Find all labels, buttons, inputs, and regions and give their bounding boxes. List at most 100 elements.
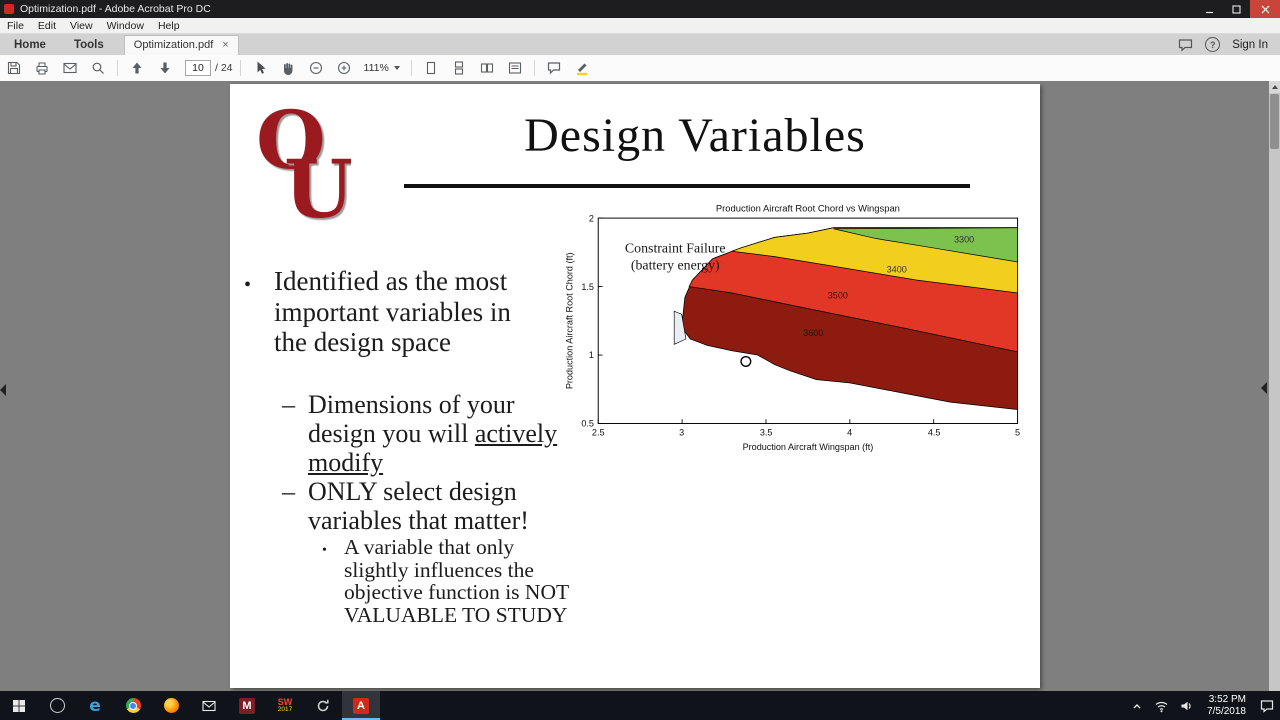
solidworks-year: 2017 (277, 705, 293, 713)
x-tick: 5 (1015, 427, 1020, 437)
sub-bullet-1: – Dimensions of your design you will act… (282, 390, 563, 477)
action-center-button[interactable] (1254, 698, 1280, 713)
zoom-in-icon (337, 61, 350, 75)
find-button[interactable] (84, 55, 112, 81)
network-tray-button[interactable] (1149, 699, 1174, 713)
scrollbar-thumb[interactable] (1270, 94, 1279, 149)
volume-tray-button[interactable] (1174, 699, 1199, 713)
solidworks-taskbar-button[interactable]: SW 2017 (266, 691, 304, 720)
zoom-out-button[interactable] (302, 55, 330, 81)
menu-help[interactable]: Help (151, 20, 187, 32)
save-icon (7, 61, 21, 75)
print-button[interactable] (28, 55, 56, 81)
sub-sub-bullet-1-text: A variable that only slightly influences… (344, 535, 569, 627)
close-button[interactable] (1250, 0, 1280, 18)
email-button[interactable] (56, 55, 84, 81)
comment-button[interactable] (540, 55, 568, 81)
hand-icon (283, 63, 292, 75)
scrolling-view-button[interactable] (445, 55, 473, 81)
collapse-left-panel-arrow[interactable] (0, 384, 6, 396)
sign-in-button[interactable]: Sign In (1232, 39, 1268, 51)
save-button[interactable] (0, 55, 28, 81)
sub-bullet-1-text: Dimensions of your design you will activ… (308, 390, 563, 477)
vertical-scrollbar[interactable] (1269, 81, 1280, 691)
help-icon[interactable]: ? (1205, 37, 1221, 52)
y-tick: 2 (589, 213, 594, 223)
expand-tools-panel-arrow[interactable] (1261, 382, 1267, 394)
slide-title: Design Variables (524, 109, 866, 162)
zoom-in-button[interactable] (330, 55, 358, 81)
tab-document-label: Optimization.pdf (133, 39, 214, 51)
zoom-level-value: 111% (363, 62, 389, 74)
zoom-level-dropdown[interactable]: 111% (358, 62, 406, 74)
pdf-page: O U Design Variables Production Aircraft… (230, 84, 1040, 688)
cortana-circle-icon (49, 698, 65, 713)
tab-document[interactable]: Optimization.pdf × (123, 35, 239, 55)
tab-home[interactable]: Home (0, 36, 60, 55)
tab-tools[interactable]: Tools (60, 36, 118, 55)
solidworks-label: SW (277, 696, 293, 707)
dash-icon: – (282, 477, 295, 506)
clock-time: 3:52 PM (1208, 694, 1246, 705)
previous-page-button[interactable] (123, 55, 151, 81)
close-tab-icon[interactable]: × (222, 40, 228, 51)
bullet-1-text: Identified as the most important variabl… (274, 266, 511, 357)
start-button[interactable] (0, 691, 38, 720)
scroll-up-icon (1271, 85, 1278, 89)
envelope-icon (63, 62, 77, 74)
menu-edit[interactable]: Edit (31, 20, 63, 32)
sub-bullet-2-text: ONLY select design variables that matter… (308, 477, 529, 535)
menu-view[interactable]: View (63, 20, 100, 32)
acrobat-app-icon (4, 4, 14, 14)
taskbar-clock[interactable]: 3:52 PM 7/5/2018 (1199, 694, 1254, 717)
cursor-icon (257, 61, 266, 74)
chart-annotation-line1: Constraint Failure (625, 241, 726, 256)
menu-window[interactable]: Window (100, 20, 151, 32)
firefox-taskbar-button[interactable] (152, 691, 190, 720)
mail-icon (202, 700, 216, 711)
windows-taskbar: e M SW 2017 A 3:52 PM 7/5/2018 (0, 691, 1280, 720)
maximize-icon (1232, 4, 1241, 14)
single-page-view-button[interactable] (417, 55, 445, 81)
comment-bubble-icon (547, 62, 560, 75)
sync-app-taskbar-button[interactable] (304, 691, 342, 720)
minimize-button[interactable] (1196, 0, 1223, 18)
ou-logo: O U (256, 104, 351, 222)
two-page-view-button[interactable] (473, 55, 501, 81)
toolbar-separator (410, 60, 412, 76)
scroll-up-button[interactable] (1269, 81, 1280, 93)
chart-title: Production Aircraft Root Chord vs Wingsp… (716, 203, 900, 214)
x-tick: 4 (847, 427, 852, 437)
m-app-icon: M (239, 697, 255, 714)
tray-expand-button[interactable] (1125, 699, 1149, 713)
feedback-bubble-icon[interactable] (1178, 38, 1193, 52)
menu-bar: File Edit View Window Help (0, 18, 1280, 34)
highlight-button[interactable] (568, 55, 596, 81)
page-number-input[interactable]: 10 (185, 60, 211, 76)
window-title: Optimization.pdf - Adobe Acrobat Pro DC (20, 3, 211, 15)
next-page-button[interactable] (151, 55, 179, 81)
m-app-taskbar-button[interactable]: M (228, 691, 266, 720)
y-tick: 0.5 (581, 419, 594, 429)
main-toolbar: 10 / 24 111% (0, 55, 1280, 82)
chrome-taskbar-button[interactable] (114, 691, 152, 720)
maximize-button[interactable] (1223, 0, 1250, 18)
single-page-view-icon (426, 61, 435, 75)
minimize-icon (1206, 11, 1213, 13)
hand-tool-button[interactable] (274, 55, 302, 81)
contour-label-3300: 3300 (954, 235, 974, 245)
cortana-button[interactable] (38, 691, 76, 720)
page-down-icon (160, 62, 170, 74)
select-tool-button[interactable] (246, 55, 274, 81)
solidworks-icon: SW 2017 (277, 696, 293, 714)
toolbar-separator (239, 60, 241, 76)
acrobat-taskbar-button[interactable]: A (342, 691, 380, 720)
title-bar: Optimization.pdf - Adobe Acrobat Pro DC (0, 0, 1280, 18)
edge-taskbar-button[interactable]: e (76, 691, 114, 720)
chart-annotation-line2: (battery energy) (631, 258, 720, 273)
print-icon (36, 62, 48, 75)
mail-taskbar-button[interactable] (190, 691, 228, 720)
menu-file[interactable]: File (0, 20, 31, 32)
reading-mode-button[interactable] (501, 55, 529, 81)
tabbar-right: ? Sign In (1178, 37, 1280, 55)
